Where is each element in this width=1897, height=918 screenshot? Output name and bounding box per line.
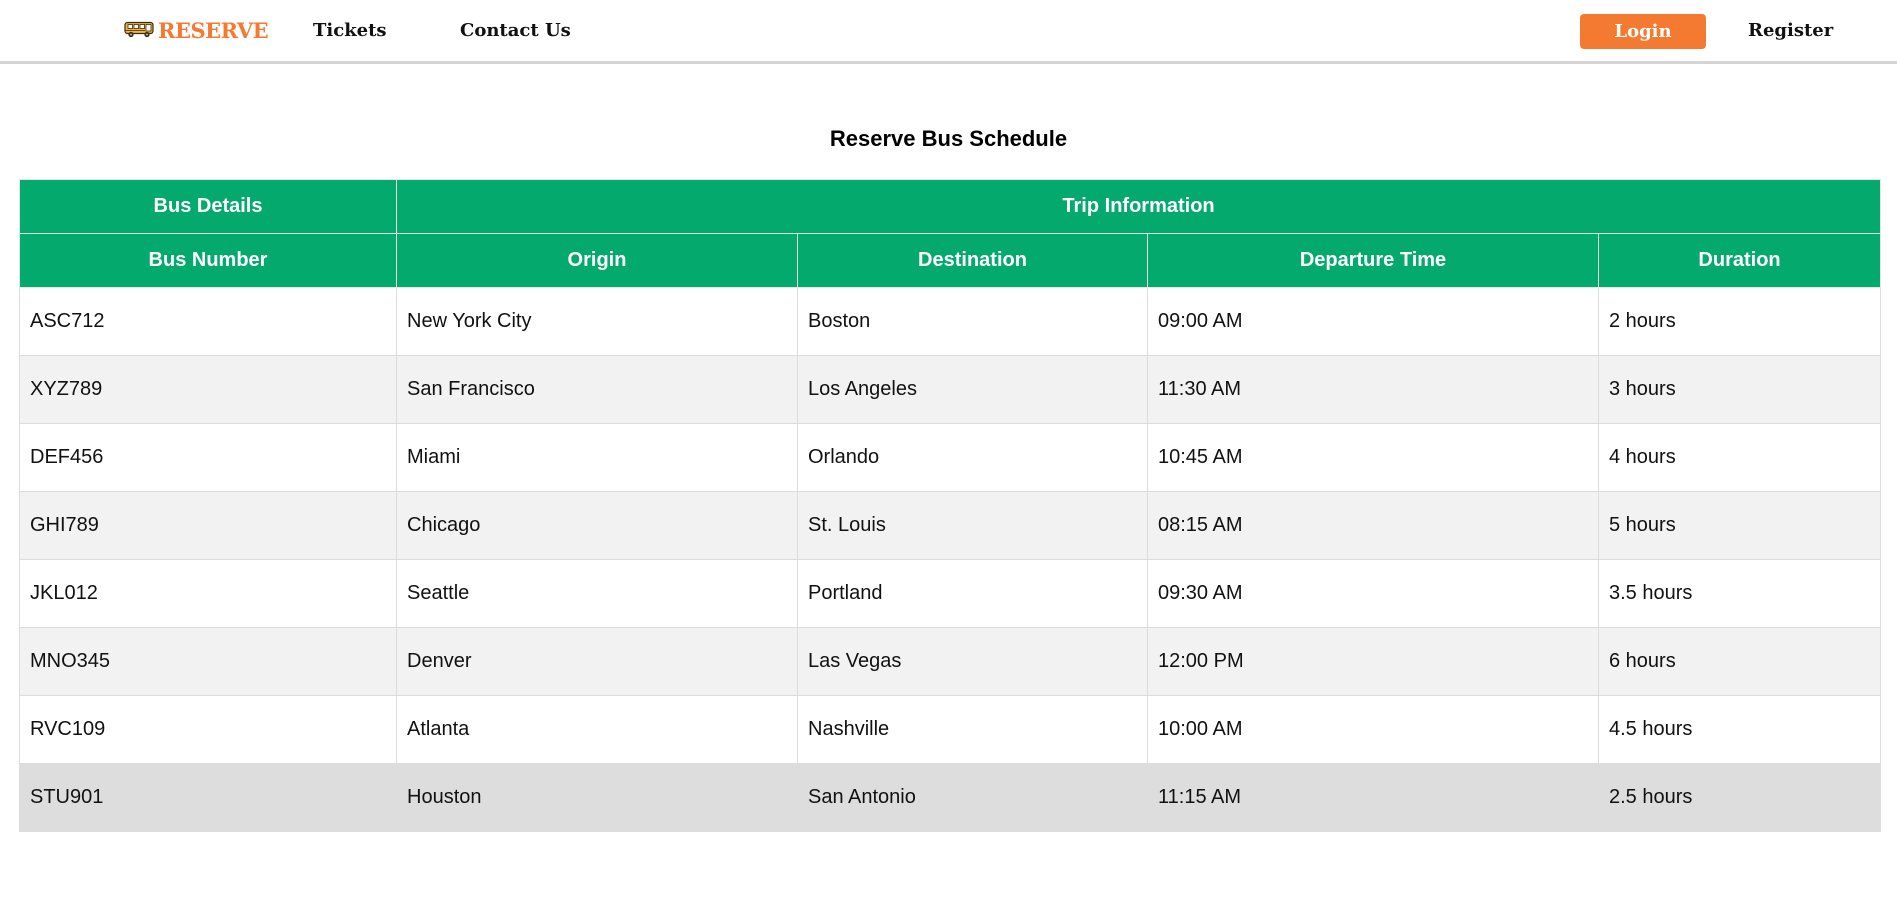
cell-duration: 4 hours [1597, 423, 1882, 492]
table-row: XYZ789 San Francisco Los Angeles 11:30 A… [19, 355, 1882, 424]
cell-bus-number: STU901 [19, 763, 397, 832]
cell-bus-number: RVC109 [19, 695, 397, 764]
cell-destination: San Antonio [797, 763, 1148, 832]
cell-departure-time: 12:00 PM [1147, 627, 1599, 696]
logo-text: RESERVE [158, 17, 269, 43]
cell-origin: Chicago [396, 491, 798, 560]
nav-contact-link[interactable]: Contact Us [460, 20, 571, 41]
page-title: Reserve Bus Schedule [829, 126, 1068, 151]
cell-duration: 2 hours [1597, 287, 1882, 356]
cell-duration: 6 hours [1597, 627, 1882, 696]
cell-destination: Las Vegas [797, 627, 1148, 696]
cell-bus-number: JKL012 [19, 559, 397, 628]
cell-duration: 3.5 hours [1597, 559, 1882, 628]
cell-bus-number: ASC712 [19, 287, 397, 356]
cell-destination: Boston [797, 287, 1148, 356]
cell-origin: Miami [396, 423, 798, 492]
cell-bus-number: GHI789 [19, 491, 397, 560]
table-row: GHI789 Chicago St. Louis 08:15 AM 5 hour… [19, 491, 1882, 560]
cell-origin: San Francisco [396, 355, 798, 424]
cell-departure-time: 09:30 AM [1147, 559, 1599, 628]
column-header-row: Bus Number Origin Destination Departure … [19, 233, 1882, 288]
cell-duration: 5 hours [1597, 491, 1882, 560]
cell-destination: St. Louis [797, 491, 1148, 560]
register-link[interactable]: Register [1748, 20, 1833, 41]
cell-destination: Los Angeles [797, 355, 1148, 424]
cell-departure-time: 11:30 AM [1147, 355, 1599, 424]
table-row: JKL012 Seattle Portland 09:30 AM 3.5 hou… [19, 559, 1882, 628]
top-navbar: RESERVE Tickets Contact Us Login Registe… [0, 0, 1897, 64]
cell-bus-number: XYZ789 [19, 355, 397, 424]
cell-departure-time: 10:45 AM [1147, 423, 1599, 492]
cell-duration: 2.5 hours [1597, 763, 1882, 832]
group-header-row: Bus Details Trip Information [19, 179, 1882, 234]
cell-bus-number: DEF456 [19, 423, 397, 492]
group-header-bus-details: Bus Details [19, 179, 397, 234]
bus-icon [124, 21, 154, 38]
cell-departure-time: 10:00 AM [1147, 695, 1599, 764]
table-row-hovered: STU901 Houston San Antonio 11:15 AM 2.5 … [19, 763, 1882, 832]
cell-duration: 4.5 hours [1597, 695, 1882, 764]
cell-origin: Houston [396, 763, 798, 832]
group-header-trip-information: Trip Information [395, 179, 1882, 234]
column-header-bus-number: Bus Number [19, 233, 397, 288]
cell-destination: Nashville [797, 695, 1148, 764]
cell-destination: Portland [797, 559, 1148, 628]
cell-origin: Denver [396, 627, 798, 696]
bus-schedule-table: Bus Details Trip Information Bus Number … [19, 179, 1882, 832]
cell-duration: 3 hours [1597, 355, 1882, 424]
column-header-destination: Destination [797, 233, 1148, 288]
cell-departure-time: 11:15 AM [1147, 763, 1599, 832]
column-header-departure-time: Departure Time [1147, 233, 1599, 288]
cell-destination: Orlando [797, 423, 1148, 492]
column-header-origin: Origin [396, 233, 798, 288]
login-button[interactable]: Login [1580, 14, 1706, 49]
cell-origin: Atlanta [396, 695, 798, 764]
table-row: DEF456 Miami Orlando 10:45 AM 4 hours [19, 423, 1882, 492]
cell-departure-time: 09:00 AM [1147, 287, 1599, 356]
cell-departure-time: 08:15 AM [1147, 491, 1599, 560]
cell-origin: Seattle [396, 559, 798, 628]
cell-origin: New York City [396, 287, 798, 356]
nav-tickets-link[interactable]: Tickets [313, 20, 387, 41]
cell-bus-number: MNO345 [19, 627, 397, 696]
table-row: ASC712 New York City Boston 09:00 AM 2 h… [19, 287, 1882, 356]
table-row: RVC109 Atlanta Nashville 10:00 AM 4.5 ho… [19, 695, 1882, 764]
table-row: MNO345 Denver Las Vegas 12:00 PM 6 hours [19, 627, 1882, 696]
column-header-duration: Duration [1597, 233, 1882, 288]
logo-link[interactable]: RESERVE [124, 15, 269, 45]
